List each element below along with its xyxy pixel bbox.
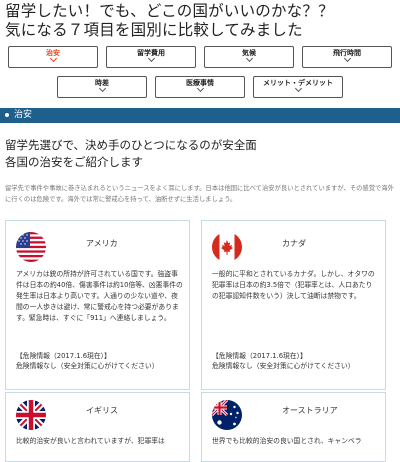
page-title-line1: 留学したい！でも、どこの国がいいのかな？？ [5,2,334,20]
intro-text: 留学先で事件や事故に巻き込まれるというニュースをよく耳にします。日本は他国に比べ… [5,185,394,203]
australia-flag-icon [212,400,242,430]
country-description: 世界でも比較的治安の良い国とされ、キャンベラ [212,437,362,445]
danger-info-heading: 【危険情報（2017.1.6現在）】 [212,352,307,360]
country-name: カナダ [282,239,306,248]
section-title: 治安 [14,110,33,120]
tab-flight-time[interactable]: 飛行時間 [302,46,392,68]
danger-info-status: 危険情報なし（安全対策に心がけてください） [212,362,355,370]
uk-flag-icon [16,400,46,430]
country-name: アメリカ [86,239,118,248]
page-title-line2: 気になる７項目を国別に比較してみました [5,21,303,39]
canada-flag-icon [212,232,242,262]
country-card-uk: イギリス 比較的治安が良いと言われていますが、犯罪率は [5,392,190,462]
country-card-usa: アメリカ アメリカは銃の所持が許可されている国です。強盗事件は日本の約40倍、傷… [5,220,190,390]
country-name: オーストラリア [282,406,338,415]
tab-safety[interactable]: 治安 [8,46,98,68]
country-description: アメリカは銃の所持が許可されている国です。強盗事件は日本の約40倍、傷害事件は約… [16,270,183,322]
danger-info-heading: 【危険情報（2017.1.6現在）】 [16,352,111,360]
usa-flag-icon [16,232,46,262]
danger-info: 【危険情報（2017.1.6現在）】 危険情報なし（安全対策に心がけてください） [212,351,379,371]
lead-text: 留学先選びで、決め手のひとつになるのが安全面 各国の治安をご紹介します [5,137,257,171]
danger-info: 【危険情報（2017.1.6現在）】 危険情報なし（安全対策に心がけてください） [16,351,183,371]
country-description: 比較的治安が良いと言われていますが、犯罪率は [16,437,165,445]
lead-line1: 留学先選びで、決め手のひとつになるのが安全面 [5,138,257,152]
country-description: 一般的に平和とされているカナダ。しかし、オタワの犯罪率は日本の約3.5倍で（犯罪… [212,270,375,300]
lead-line2: 各国の治安をご紹介します [5,155,143,169]
page-title: 留学したい！でも、どこの国がいいのかな？？ 気になる７項目を国別に比較してみまし… [5,2,397,40]
country-card-canada: カナダ 一般的に平和とされているカナダ。しかし、オタワの犯罪率は日本の約3.5倍… [201,220,386,390]
tab-merits[interactable]: メリット・デメリット [253,76,343,98]
tab-medical[interactable]: 医療事情 [155,76,245,98]
danger-info-status: 危険情報なし（安全対策に心がけてください） [16,362,159,370]
country-card-australia: オーストラリア 世界でも比較的治安の良い国とされ、キャンベラ [201,392,386,462]
tab-cost[interactable]: 留学費用 [106,46,196,68]
tab-time-difference[interactable]: 時差 [57,76,147,98]
bullet-icon [5,113,9,117]
country-name: イギリス [86,406,118,415]
section-header: 治安 [0,108,400,123]
tab-climate[interactable]: 気候 [204,46,294,68]
